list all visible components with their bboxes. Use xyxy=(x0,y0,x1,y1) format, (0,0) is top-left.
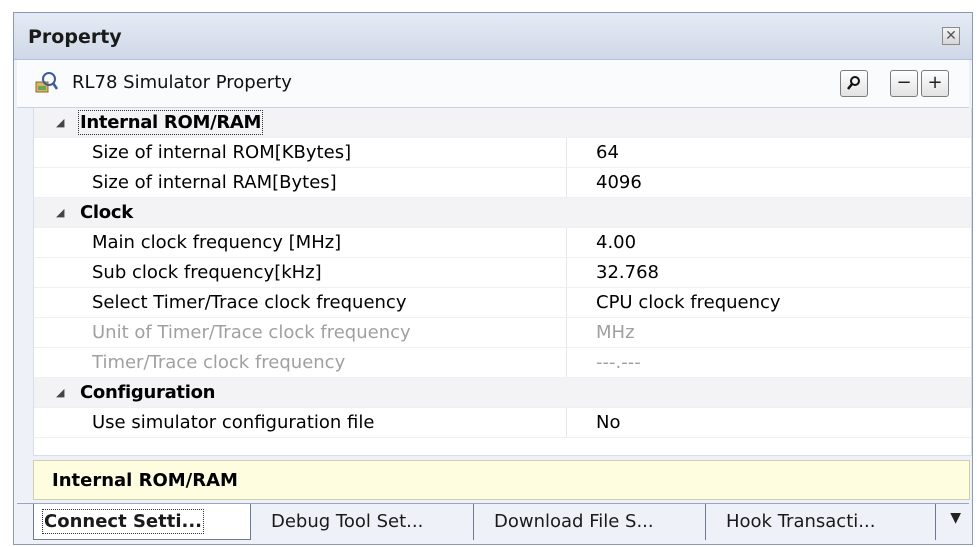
property-name: Size of internal ROM[KBytes] xyxy=(92,138,567,167)
tab-connect-settings[interactable]: Connect Setti... xyxy=(33,504,251,540)
property-value: ---.--- xyxy=(596,352,641,373)
tab-label: Debug Tool Set... xyxy=(271,511,424,532)
category-label: Internal ROM/RAM xyxy=(76,108,265,137)
category-label: Clock xyxy=(80,202,133,223)
property-name: Size of internal RAM[Bytes] xyxy=(92,168,567,197)
property-row[interactable]: Size of internal ROM[KBytes] 64 xyxy=(34,138,971,168)
property-icon xyxy=(35,72,59,93)
tab-hook-transaction-settings[interactable]: Hook Transacti... xyxy=(716,504,936,540)
property-grid: ◢ Internal ROM/RAM Size of internal ROM[… xyxy=(33,108,972,456)
search-icon[interactable] xyxy=(840,70,868,97)
panel-title: Property xyxy=(28,26,122,48)
close-icon[interactable]: ✕ xyxy=(942,27,960,45)
property-name: Main clock frequency [MHz] xyxy=(92,228,567,257)
property-row[interactable]: Sub clock frequency[kHz] 32.768 xyxy=(34,258,971,288)
category-row-configuration[interactable]: ◢ Configuration xyxy=(34,378,971,408)
tab-label: Connect Setti... xyxy=(41,509,205,534)
property-panel: Property ✕ RL78 Simulator Property − + ◢… xyxy=(13,12,973,545)
property-value[interactable]: 32.768 xyxy=(596,258,659,287)
tab-download-file-settings[interactable]: Download File S... xyxy=(484,504,706,540)
property-row[interactable]: Size of internal RAM[Bytes] 4096 xyxy=(34,168,971,198)
collapse-triangle-icon[interactable]: ◢ xyxy=(56,198,64,227)
panel-titlebar: Property ✕ xyxy=(14,13,972,60)
category-label: Configuration xyxy=(80,382,216,403)
tab-label: Hook Transacti... xyxy=(726,511,876,532)
property-value: MHz xyxy=(596,322,635,343)
category-row-internal-rom-ram[interactable]: ◢ Internal ROM/RAM xyxy=(34,108,971,138)
collapse-icon[interactable]: − xyxy=(890,70,918,97)
collapse-triangle-icon[interactable]: ◢ xyxy=(56,108,64,137)
tab-list-dropdown-icon[interactable]: ▼ xyxy=(950,510,961,526)
property-name: Select Timer/Trace clock frequency xyxy=(92,288,567,317)
tab-label: Download File S... xyxy=(494,511,654,532)
property-row-disabled: Unit of Timer/Trace clock frequency MHz xyxy=(34,318,971,348)
property-name: Unit of Timer/Trace clock frequency xyxy=(92,318,567,347)
collapse-triangle-icon[interactable]: ◢ xyxy=(56,378,64,407)
header-title: RL78 Simulator Property xyxy=(72,72,292,93)
property-value[interactable]: No xyxy=(596,408,620,437)
expand-icon[interactable]: + xyxy=(921,70,949,97)
property-header: RL78 Simulator Property − + xyxy=(17,60,969,108)
tab-bar: Connect Setti... Debug Tool Set... Downl… xyxy=(17,503,969,544)
property-row-disabled: Timer/Trace clock frequency ---.--- xyxy=(34,348,971,378)
property-description: Internal ROM/RAM xyxy=(33,460,970,500)
property-name: Use simulator configuration file xyxy=(92,408,567,437)
property-row[interactable]: Main clock frequency [MHz] 4.00 xyxy=(34,228,971,258)
tab-debug-tool-settings[interactable]: Debug Tool Set... xyxy=(261,504,474,540)
property-value[interactable]: CPU clock frequency xyxy=(596,288,781,317)
property-value[interactable]: 64 xyxy=(596,138,619,167)
category-row-clock[interactable]: ◢ Clock xyxy=(34,198,971,228)
property-row[interactable]: Select Timer/Trace clock frequency CPU c… xyxy=(34,288,971,318)
property-value[interactable]: 4.00 xyxy=(596,228,636,257)
property-row[interactable]: Use simulator configuration file No xyxy=(34,408,971,438)
property-name: Sub clock frequency[kHz] xyxy=(92,258,567,287)
property-name: Timer/Trace clock frequency xyxy=(92,348,567,377)
property-value[interactable]: 4096 xyxy=(596,168,642,197)
